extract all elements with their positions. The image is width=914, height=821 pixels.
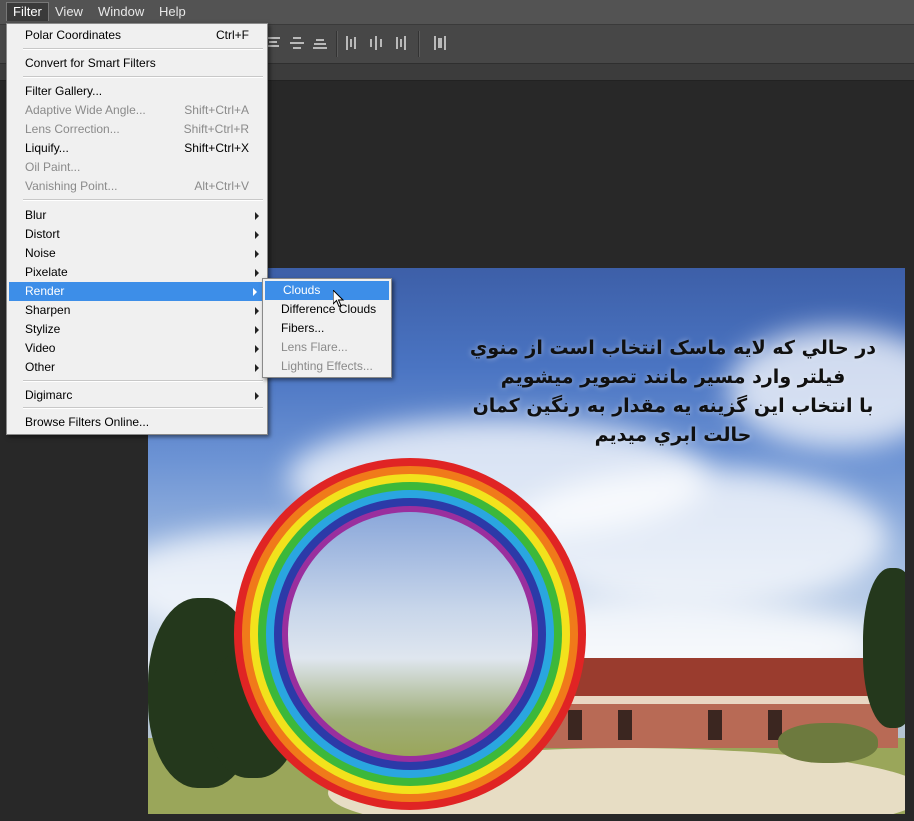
- menu-item-label: Liquify...: [25, 141, 69, 155]
- shortcut-label: Shift+Ctrl+A: [184, 103, 249, 117]
- menu-item-label: Noise: [25, 246, 56, 260]
- menu-item-label: Lighting Effects...: [281, 359, 373, 373]
- menu-item-lens-flare: Lens Flare...: [263, 338, 391, 357]
- menu-item-label: Distort: [25, 227, 60, 241]
- menu-item-lighting-effects: Lighting Effects...: [263, 357, 391, 376]
- menu-window[interactable]: Window: [92, 3, 150, 21]
- menu-item-label: Oil Paint...: [25, 160, 81, 174]
- align-horizontal-center-icon[interactable]: [369, 36, 383, 50]
- menu-item-label: Convert for Smart Filters: [25, 56, 156, 70]
- menu-separator: [23, 199, 263, 201]
- menu-separator: [23, 48, 263, 50]
- menu-item-difference-clouds[interactable]: Difference Clouds: [263, 300, 391, 319]
- shrub: [778, 723, 878, 763]
- submenu-arrow-icon: [255, 392, 259, 400]
- menu-item-filter-gallery[interactable]: Filter Gallery...: [7, 82, 267, 101]
- menu-item-label: Other: [25, 360, 56, 374]
- menu-item-pixelate[interactable]: Pixelate: [7, 263, 267, 282]
- submenu-arrow-icon: [255, 364, 259, 372]
- menu-item-other[interactable]: Other: [7, 358, 267, 377]
- menu-item-liquify[interactable]: Liquify... Shift+Ctrl+X: [7, 139, 267, 158]
- shortcut-label: Ctrl+F: [216, 28, 249, 42]
- menu-item-render[interactable]: Render: [9, 282, 265, 301]
- submenu-arrow-icon: [255, 231, 259, 239]
- menu-item-lens-correction: Lens Correction... Shift+Ctrl+R: [7, 120, 267, 139]
- submenu-arrow-icon: [255, 250, 259, 258]
- submenu-arrow-icon: [255, 345, 259, 353]
- tree: [863, 568, 905, 728]
- caption-line: با انتخاب اين گزينه يه مقدار به رنگين كم…: [472, 395, 874, 417]
- submenu-arrow-icon: [255, 212, 259, 220]
- menu-item-label: Clouds: [283, 283, 321, 297]
- house-window: [568, 710, 582, 740]
- menu-separator: [23, 380, 263, 382]
- menu-item-clouds[interactable]: Clouds: [265, 281, 389, 300]
- menu-item-label: Blur: [25, 208, 47, 222]
- menu-bar: Filter View Window Help: [0, 0, 914, 25]
- menu-item-label: Polar Coordinates: [25, 28, 122, 42]
- menu-item-polar-coordinates[interactable]: Polar Coordinates Ctrl+F: [7, 26, 267, 45]
- menu-item-stylize[interactable]: Stylize: [7, 320, 267, 339]
- menu-item-label: Video: [25, 341, 56, 355]
- menu-item-fibers[interactable]: Fibers...: [263, 319, 391, 338]
- submenu-arrow-icon: [255, 269, 259, 277]
- shortcut-label: Shift+Ctrl+X: [184, 141, 249, 155]
- menu-item-label: Filter Gallery...: [25, 84, 103, 98]
- menu-item-vanishing-point: Vanishing Point... Alt+Ctrl+V: [7, 177, 267, 196]
- menu-item-label: Adaptive Wide Angle...: [25, 103, 146, 117]
- rainbow-inner: [288, 512, 532, 756]
- tutorial-caption: در حالي كه لايه ماسک انتخاب است از منوي …: [458, 334, 888, 450]
- menu-item-label: Browse Filters Online...: [25, 415, 150, 429]
- options-divider: [336, 31, 338, 57]
- menu-item-blur[interactable]: Blur: [7, 206, 267, 225]
- menu-item-sharpen[interactable]: Sharpen: [7, 301, 267, 320]
- options-divider: [418, 31, 420, 57]
- menu-view[interactable]: View: [49, 3, 89, 21]
- menu-item-label: Digimarc: [25, 388, 73, 402]
- menu-item-label: Lens Correction...: [25, 122, 120, 136]
- align-left-icon[interactable]: [345, 36, 359, 50]
- submenu-arrow-icon: [255, 326, 259, 334]
- menu-item-label: Vanishing Point...: [25, 179, 118, 193]
- shortcut-label: Alt+Ctrl+V: [194, 179, 249, 193]
- caption-line: در حالي كه لايه ماسک انتخاب است از منوي: [469, 337, 877, 359]
- caption-line: فيلتر وارد مسير مانند تصوير ميشويم: [500, 366, 846, 388]
- menu-help[interactable]: Help: [153, 3, 192, 21]
- align-right-icon[interactable]: [393, 36, 407, 50]
- menu-item-noise[interactable]: Noise: [7, 244, 267, 263]
- menu-item-convert-smart-filters[interactable]: Convert for Smart Filters: [7, 54, 267, 73]
- align-vertical-center-icon[interactable]: [290, 36, 304, 50]
- menu-item-label: Pixelate: [25, 265, 68, 279]
- menu-item-label: Fibers...: [281, 321, 325, 335]
- house-window: [618, 710, 632, 740]
- menu-item-label: Difference Clouds: [281, 302, 377, 316]
- menu-item-label: Render: [25, 284, 65, 298]
- menu-item-browse-filters-online[interactable]: Browse Filters Online...: [7, 413, 267, 432]
- menu-item-label: Stylize: [25, 322, 61, 336]
- align-top-icon[interactable]: [266, 36, 280, 50]
- menu-item-label: Sharpen: [25, 303, 71, 317]
- submenu-arrow-icon: [253, 288, 257, 296]
- render-submenu: Clouds Difference Clouds Fibers... Lens …: [262, 278, 392, 378]
- filter-menu: Polar Coordinates Ctrl+F Convert for Smar…: [6, 23, 268, 435]
- shortcut-label: Shift+Ctrl+R: [183, 122, 249, 136]
- menu-item-video[interactable]: Video: [7, 339, 267, 358]
- menu-item-oil-paint: Oil Paint...: [7, 158, 267, 177]
- mouse-cursor-icon: [333, 290, 345, 308]
- menu-item-distort[interactable]: Distort: [7, 225, 267, 244]
- menu-separator: [23, 407, 263, 409]
- align-bottom-icon[interactable]: [313, 36, 327, 50]
- caption-line: حالت ابري ميديم: [594, 424, 752, 446]
- distribute-icon[interactable]: [433, 36, 447, 50]
- menu-filter[interactable]: Filter: [6, 2, 49, 21]
- menu-item-label: Lens Flare...: [281, 340, 348, 354]
- menu-item-digimarc[interactable]: Digimarc: [7, 386, 267, 405]
- house-window: [708, 710, 722, 740]
- menu-item-adaptive-wide-angle: Adaptive Wide Angle... Shift+Ctrl+A: [7, 101, 267, 120]
- menu-separator: [23, 76, 263, 78]
- submenu-arrow-icon: [255, 307, 259, 315]
